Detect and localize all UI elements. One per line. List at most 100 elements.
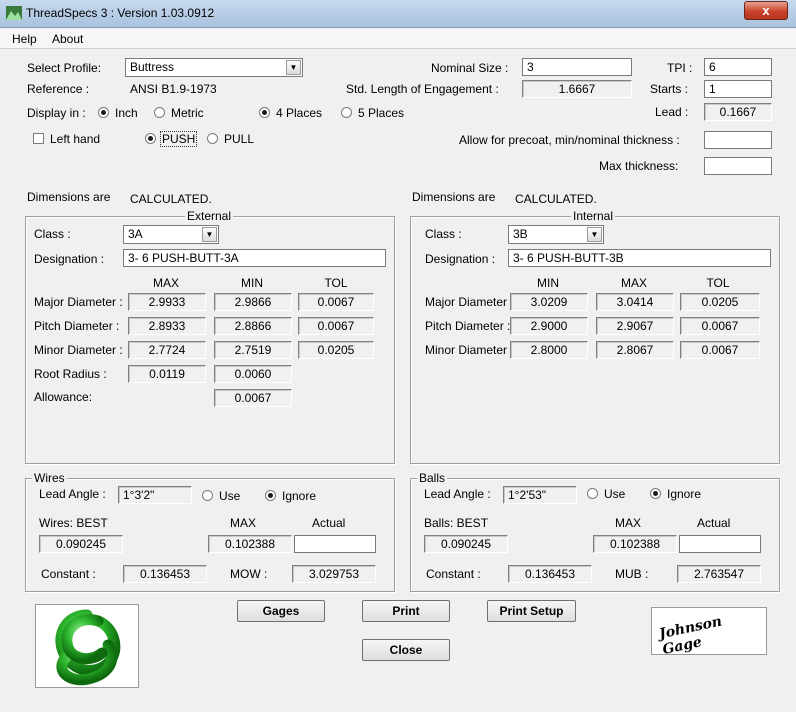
wires-constant-value: 0.136453 [123,565,207,583]
wires-use-label: Use [219,489,241,503]
menu-help[interactable]: Help [12,32,37,46]
nominal-size-input[interactable]: 3 [522,58,632,76]
precoat-label: Allow for precoat, min/nominal thickness… [459,133,680,147]
ext-designation-input[interactable]: 3- 6 PUSH-BUTT-3A [123,249,386,267]
int-class-label: Class : [425,227,462,241]
int-minor-min: 2.8000 [510,341,588,359]
wires-mow-value: 3.029753 [292,565,376,583]
inch-radio[interactable] [98,107,109,118]
int-major-tol: 0.0205 [680,293,760,311]
push-radio[interactable] [145,133,156,144]
balls-lead-value: 1°2'53" [503,486,577,504]
window-close-button[interactable]: x [744,1,788,20]
lead-value: 0.1667 [704,103,772,121]
four-places-radio[interactable] [259,107,270,118]
ext-major-tol: 0.0067 [298,293,374,311]
std-length-label: Std. Length of Engagement : [346,82,499,96]
push-label: PUSH [160,131,198,147]
inch-label: Inch [115,106,138,120]
metric-radio[interactable] [154,107,165,118]
close-button[interactable]: Close [362,639,450,661]
int-minor-max: 2.8067 [596,341,674,359]
wires-max-value: 0.102388 [208,535,292,553]
balls-ignore-radio[interactable] [650,488,661,499]
balls-ignore-label: Ignore [667,487,702,501]
menu-about[interactable]: About [52,32,83,46]
wires-actual-input[interactable] [294,535,376,553]
ext-root-min: 0.0060 [214,365,292,383]
max-thickness-input[interactable] [704,157,772,175]
starts-input[interactable]: 1 [704,80,772,98]
ext-allowance-value: 0.0067 [214,389,292,407]
johnson-gage-logo: Johnson Gage [651,607,767,659]
wires-best-value: 0.090245 [39,535,123,553]
int-pitch-tol: 0.0067 [680,317,760,335]
chevron-down-icon[interactable]: ▼ [587,227,602,242]
app-logo [35,604,139,688]
left-hand-label: Left hand [50,132,101,146]
tpi-label: TPI : [667,61,693,75]
balls-max-value: 0.102388 [593,535,677,553]
profile-select[interactable]: Buttress ▼ [125,58,303,77]
precoat-input[interactable] [704,131,772,149]
ext-allowance-label: Allowance: [34,390,93,404]
balls-mub-value: 2.763547 [677,565,761,583]
tpi-input[interactable]: 6 [704,58,772,76]
balls-use-radio[interactable] [587,488,598,499]
int-col-min: MIN [537,276,559,290]
int-class-select[interactable]: 3B ▼ [508,225,604,244]
ext-minor-max: 2.7724 [128,341,206,359]
dims-label-external: Dimensions are [27,190,111,204]
profile-label: Select Profile: [27,61,102,75]
balls-constant-value: 0.136453 [508,565,592,583]
left-hand-checkbox[interactable] [33,133,44,144]
balls-actual-input[interactable] [679,535,761,553]
int-designation-input[interactable]: 3- 6 PUSH-BUTT-3B [508,249,771,267]
chevron-down-icon[interactable]: ▼ [286,60,301,75]
balls-best-label: Balls: BEST [424,516,489,530]
ext-class-select[interactable]: 3A ▼ [123,225,219,244]
wires-mow-label: MOW : [230,567,268,581]
balls-title: Balls [417,471,448,485]
gages-button[interactable]: Gages [237,600,325,622]
int-row-label: Pitch Diameter : [425,319,511,333]
int-major-max: 3.0414 [596,293,674,311]
ext-pitch-tol: 0.0067 [298,317,374,335]
five-places-radio[interactable] [341,107,352,118]
balls-best-value: 0.090245 [424,535,508,553]
wires-ignore-radio[interactable] [265,490,276,501]
int-major-min: 3.0209 [510,293,588,311]
ext-row-label: Minor Diameter : [34,343,123,357]
external-title: External [185,209,234,223]
pull-radio[interactable] [207,133,218,144]
chevron-down-icon[interactable]: ▼ [202,227,217,242]
knot-icon [55,609,121,686]
std-length-value: 1.6667 [522,80,632,98]
wires-use-radio[interactable] [202,490,213,501]
balls-mub-label: MUB : [615,567,649,581]
ext-col-min: MIN [241,276,263,290]
four-places-label: 4 Places [276,106,323,120]
ext-root-label: Root Radius : [34,367,107,381]
print-setup-button[interactable]: Print Setup [487,600,576,622]
int-pitch-max: 2.9067 [596,317,674,335]
balls-max-label: MAX [615,516,642,530]
ext-col-tol: TOL [324,276,348,290]
dims-status-external: CALCULATED. [130,192,212,206]
five-places-label: 5 Places [358,106,405,120]
johnson-gage-wordmark: Johnson Gage [657,613,724,659]
int-designation-label: Designation : [425,252,496,266]
wires-max-label: MAX [230,516,257,530]
print-button[interactable]: Print [362,600,450,622]
nominal-size-label: Nominal Size : [431,61,509,75]
int-class-value: 3B [513,227,528,241]
ext-major-max: 2.9933 [128,293,206,311]
ext-major-min: 2.9866 [214,293,292,311]
ext-row-label: Pitch Diameter : [34,319,120,333]
int-minor-tol: 0.0067 [680,341,760,359]
wires-best-label: Wires: BEST [39,516,108,530]
wires-ignore-label: Ignore [282,489,317,503]
profile-value: Buttress [130,60,175,74]
ext-minor-tol: 0.0205 [298,341,374,359]
ext-class-value: 3A [128,227,143,241]
